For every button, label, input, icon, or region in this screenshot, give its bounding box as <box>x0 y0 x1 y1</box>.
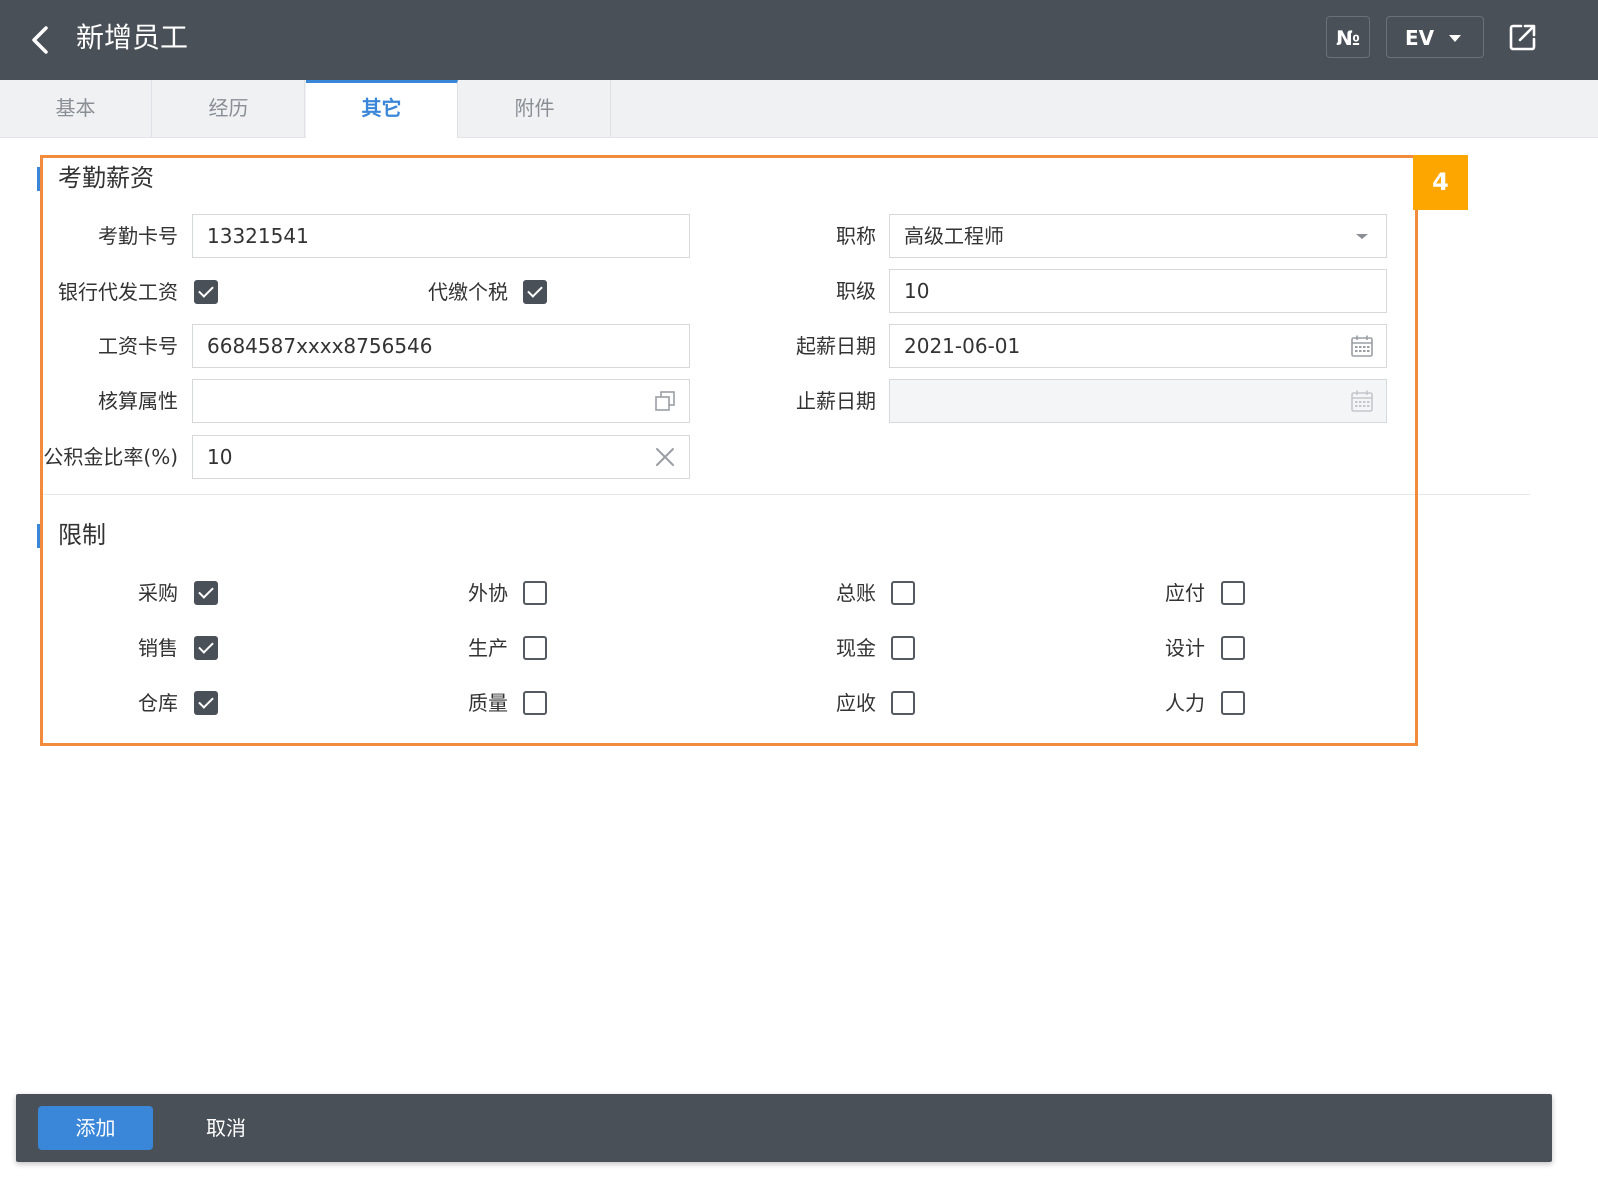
annotation-badge: 4 <box>1413 155 1468 210</box>
export-icon[interactable] <box>1508 22 1538 52</box>
page-title: 新增员工 <box>76 21 189 54</box>
ev-label: EV <box>1405 26 1435 50</box>
header-bar: 新增员工 № EV <box>0 0 1598 80</box>
add-button[interactable]: 添加 <box>38 1106 153 1150</box>
footer-bar: 添加 取消 <box>16 1094 1552 1162</box>
tab-other[interactable]: 其它 <box>306 80 458 138</box>
tab-experience[interactable]: 经历 <box>153 80 305 137</box>
tab-bar: 基本 经历 其它 附件 <box>0 80 1598 138</box>
tab-basic[interactable]: 基本 <box>0 80 152 137</box>
tab-attachments[interactable]: 附件 <box>459 80 611 137</box>
number-button[interactable]: № <box>1326 16 1370 58</box>
highlight-box <box>40 155 1418 746</box>
back-arrow-icon[interactable] <box>26 22 56 58</box>
caret-down-icon <box>1449 35 1461 42</box>
cancel-button[interactable]: 取消 <box>186 1106 266 1150</box>
ev-dropdown-button[interactable]: EV <box>1386 16 1484 58</box>
